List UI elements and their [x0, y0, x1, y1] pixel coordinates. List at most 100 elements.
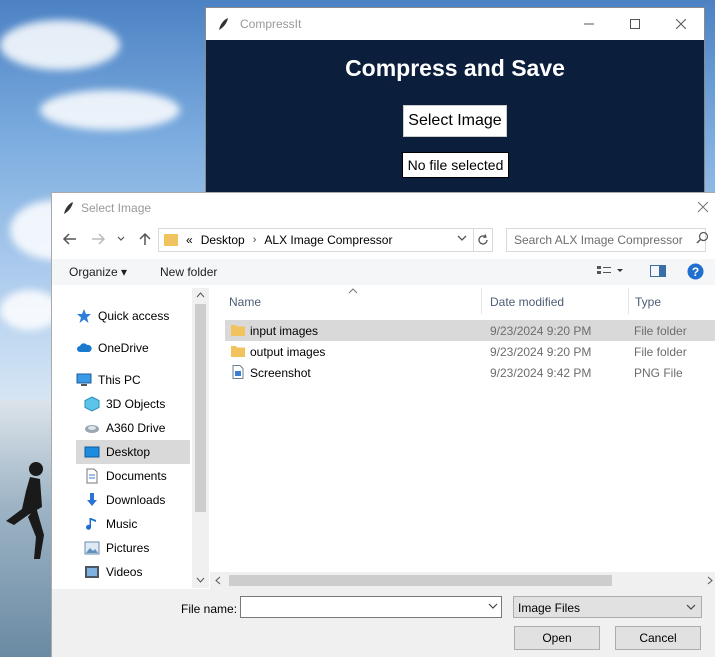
nav-item-documents[interactable]: Documents: [84, 464, 167, 488]
scroll-up-icon[interactable]: [196, 291, 205, 299]
dialog-title: Select Image: [81, 200, 152, 215]
address-dropdown-icon[interactable]: [456, 232, 468, 244]
up-arrow-icon[interactable]: [137, 231, 153, 247]
nav-item-videos[interactable]: Videos: [84, 560, 142, 584]
dialog-toolbar: Organize ▾ New folder ?: [52, 259, 715, 285]
computer-icon: [76, 373, 92, 386]
file-name-label: File name:: [181, 602, 238, 616]
select-image-dialog: Select Image « Desktop › ALX Image Compr…: [51, 192, 715, 657]
scrollbar-thumb[interactable]: [195, 304, 206, 512]
navigation-pane: Quick access OneDrive This PC 3D Objects…: [52, 288, 207, 588]
forward-arrow-icon[interactable]: [90, 231, 106, 247]
runner-silhouette: [6, 462, 44, 559]
address-bar[interactable]: « Desktop › ALX Image Compressor: [158, 228, 493, 252]
nav-item-a360-drive[interactable]: A360 Drive: [84, 416, 165, 440]
scroll-left-icon[interactable]: [214, 576, 222, 585]
column-header-name[interactable]: Name: [229, 295, 261, 309]
file-type: PNG File: [634, 366, 683, 380]
nav-item-quick-access[interactable]: Quick access: [76, 304, 169, 328]
breadcrumb-desktop[interactable]: Desktop: [201, 233, 245, 247]
png-file-icon: [232, 365, 244, 379]
svg-text:?: ?: [692, 265, 699, 279]
nav-item-this-pc[interactable]: This PC: [76, 368, 141, 392]
breadcrumb-overflow[interactable]: «: [186, 233, 193, 247]
nav-item-label: A360 Drive: [106, 421, 166, 435]
scroll-down-icon[interactable]: [196, 576, 205, 584]
nav-item-label: 3D Objects: [106, 397, 166, 411]
new-folder-button[interactable]: New folder: [160, 265, 217, 279]
star-icon: [77, 309, 91, 323]
view-options-icon[interactable]: [596, 264, 624, 278]
back-arrow-icon[interactable]: [62, 231, 78, 247]
app-title: CompressIt: [240, 17, 302, 31]
dialog-titlebar: Select Image: [52, 193, 715, 222]
file-date: 9/23/2024 9:20 PM: [490, 324, 592, 338]
preview-pane-icon[interactable]: [650, 264, 666, 278]
file-row-screenshot[interactable]: Screenshot 9/23/2024 9:42 PM PNG File: [225, 362, 715, 383]
close-button[interactable]: [658, 8, 704, 40]
column-header-type[interactable]: Type: [635, 295, 661, 309]
dialog-footer: File name: Image Files Open Cancel: [52, 589, 715, 657]
feather-icon: [64, 201, 73, 214]
folder-icon: [231, 346, 245, 357]
recent-locations-chevron-icon[interactable]: [116, 231, 126, 247]
help-icon[interactable]: ?: [687, 263, 704, 280]
file-name-input[interactable]: [240, 596, 502, 618]
breadcrumb-alx-image-compressor[interactable]: ALX Image Compressor: [264, 233, 392, 247]
file-name: input images: [250, 324, 319, 338]
file-list-horizontal-scrollbar[interactable]: [210, 572, 715, 589]
scrollbar-thumb[interactable]: [229, 575, 612, 586]
document-icon: [86, 468, 98, 484]
nav-item-label: Music: [106, 517, 138, 531]
file-row-input-images[interactable]: input images 9/23/2024 9:20 PM File fold…: [225, 320, 715, 341]
cloud-icon: [77, 343, 92, 352]
file-list: Name Date modified Type input images 9/2…: [210, 288, 715, 588]
open-button[interactable]: Open: [514, 626, 600, 650]
file-row-output-images[interactable]: output images 9/23/2024 9:20 PM File fol…: [225, 341, 715, 362]
minimize-icon: [584, 23, 594, 25]
picture-icon: [84, 541, 100, 555]
feather-icon: [219, 18, 228, 30]
refresh-button[interactable]: [473, 228, 493, 252]
select-image-button[interactable]: Select Image: [403, 105, 507, 137]
file-name-dropdown-icon[interactable]: [488, 601, 498, 611]
chevron-right-icon: ›: [252, 234, 257, 246]
cancel-button[interactable]: Cancel: [615, 626, 701, 650]
file-type: File folder: [634, 345, 687, 359]
file-type-value: Image Files: [518, 601, 581, 615]
download-icon: [87, 493, 97, 506]
column-header-date-modified[interactable]: Date modified: [490, 295, 564, 309]
folder-icon: [164, 234, 178, 246]
minimize-button[interactable]: [566, 8, 612, 40]
nav-item-pictures[interactable]: Pictures: [84, 536, 149, 560]
maximize-button[interactable]: [612, 8, 658, 40]
compressit-window: CompressIt Compress and Save Select Imag…: [205, 7, 705, 207]
nav-item-music[interactable]: Music: [84, 512, 137, 536]
nav-item-label: Documents: [106, 469, 167, 483]
nav-item-label: Desktop: [106, 445, 151, 459]
navigation-scrollbar[interactable]: [192, 288, 209, 588]
file-name: output images: [250, 345, 326, 359]
file-type-select[interactable]: Image Files: [513, 596, 702, 618]
file-name: Screenshot: [250, 366, 311, 380]
search-icon: [696, 231, 709, 244]
folder-icon: [231, 325, 245, 336]
nav-item-label: Downloads: [106, 493, 166, 507]
dialog-close-icon[interactable]: [695, 199, 711, 215]
app-titlebar: CompressIt: [206, 8, 704, 40]
nav-item-onedrive[interactable]: OneDrive: [76, 336, 149, 360]
search-input[interactable]: Search ALX Image Compressor: [506, 228, 706, 252]
organize-button[interactable]: Organize ▾: [69, 265, 127, 279]
file-type: File folder: [634, 324, 687, 338]
address-row: « Desktop › ALX Image Compressor Search …: [52, 226, 715, 254]
desktop-icon: [84, 446, 100, 458]
nav-item-desktop[interactable]: Desktop: [76, 440, 190, 464]
music-icon: [86, 518, 96, 530]
nav-item-downloads[interactable]: Downloads: [84, 488, 165, 512]
scroll-right-icon[interactable]: [706, 576, 714, 585]
file-status-label: No file selected: [402, 152, 509, 178]
nav-item-3d-objects[interactable]: 3D Objects: [84, 392, 165, 416]
nav-item-label: OneDrive: [98, 341, 149, 355]
nav-item-label: This PC: [98, 373, 141, 387]
nav-item-label: Quick access: [98, 309, 170, 323]
